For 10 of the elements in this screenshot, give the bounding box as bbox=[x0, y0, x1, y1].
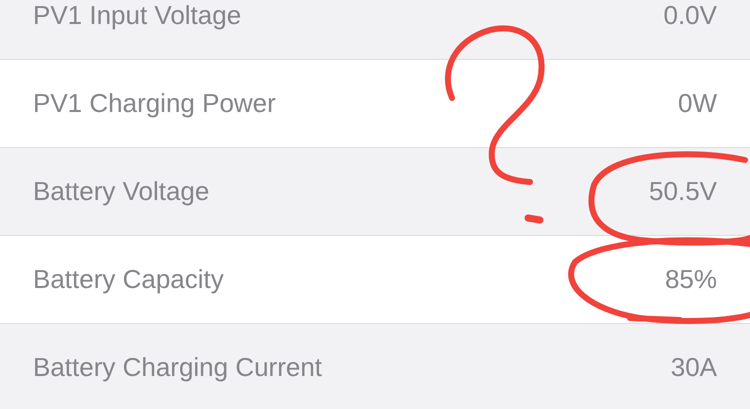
row-value: 85% bbox=[664, 263, 717, 296]
row-label: Battery Capacity bbox=[33, 263, 224, 296]
row-value: 30A bbox=[670, 351, 717, 384]
row-value: 50.5V bbox=[649, 175, 717, 208]
row-label: Battery Voltage bbox=[33, 175, 210, 208]
row-label: PV1 Input Voltage bbox=[33, 0, 242, 32]
row-value: 0.0V bbox=[664, 0, 717, 32]
row-label: PV1 Charging Power bbox=[33, 87, 276, 120]
row-label: Battery Charging Current bbox=[33, 351, 322, 384]
row-value: 0W bbox=[678, 87, 717, 120]
